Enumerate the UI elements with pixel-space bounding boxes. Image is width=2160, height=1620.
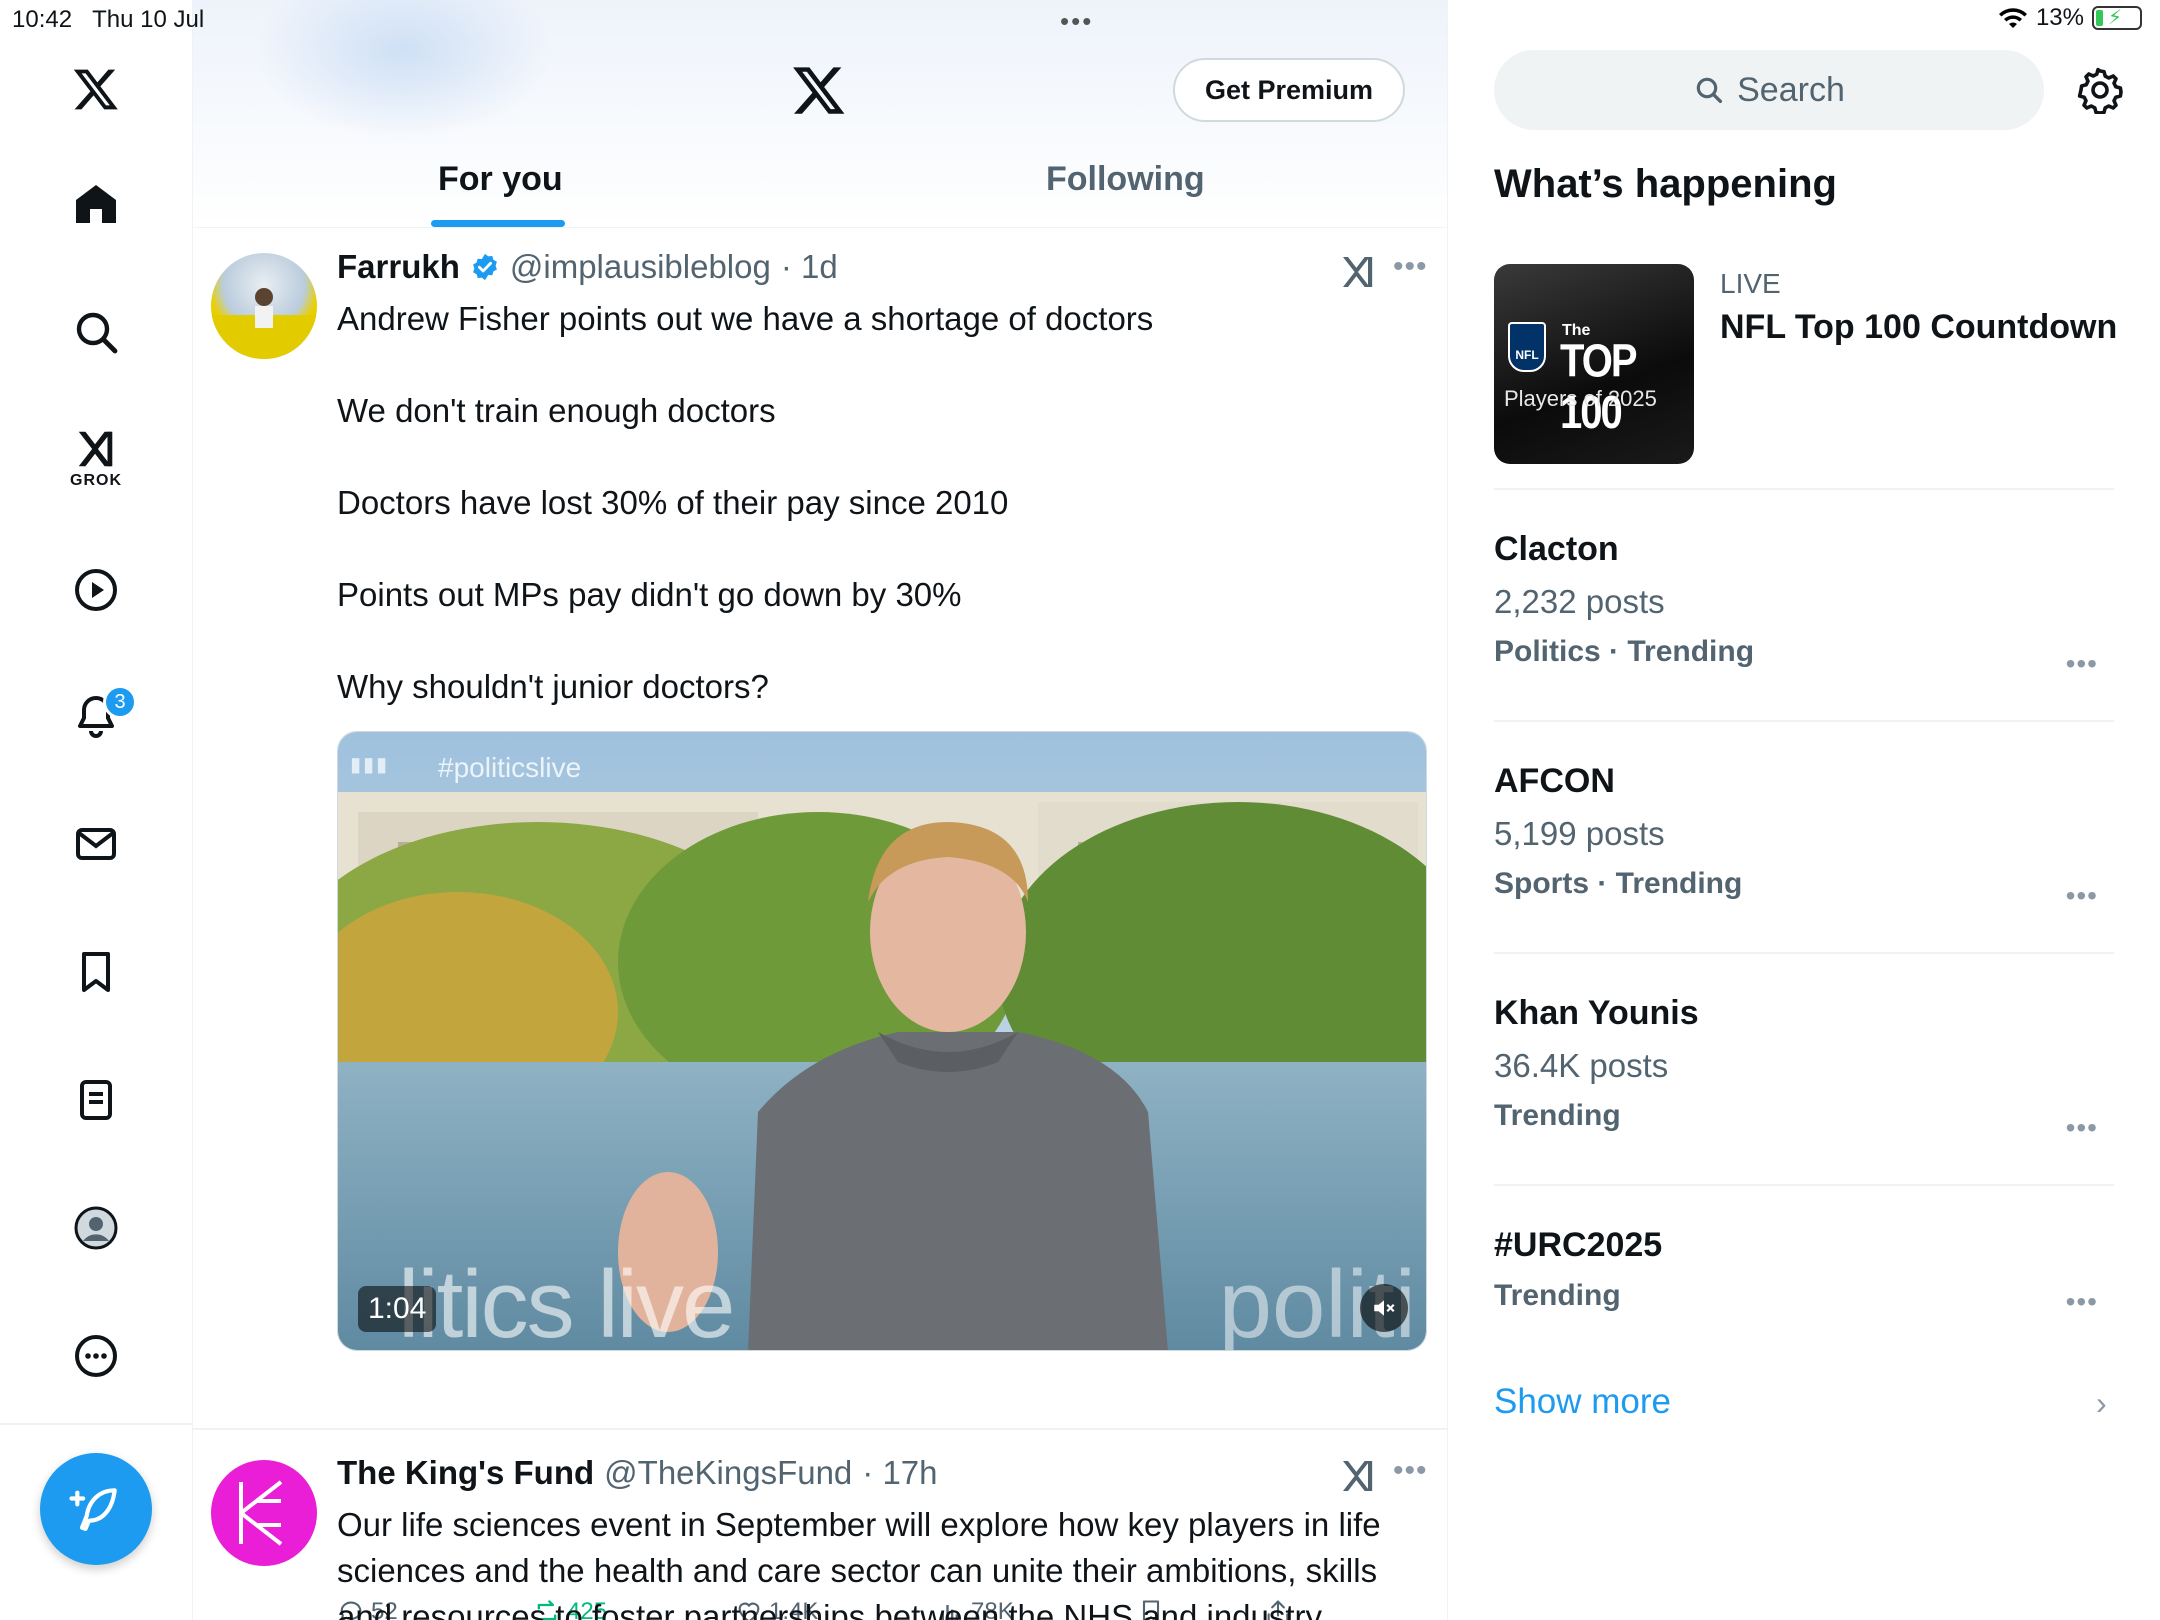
trend-name: #URC2025 (1494, 1226, 1663, 1264)
search-placeholder: Search (1737, 70, 1845, 109)
nav-divider (0, 1423, 193, 1425)
trend-more-icon[interactable]: ••• (2066, 1286, 2098, 1318)
post-video[interactable]: #politicslive ▮▮▮ litics live politi 1:0… (337, 731, 1427, 1351)
left-navigation: GROK 3 (0, 0, 193, 1620)
video-hashtag-overlay: #politicslive (438, 752, 582, 783)
get-premium-button[interactable]: Get Premium (1173, 58, 1405, 122)
post-time: · 17h (862, 1454, 938, 1491)
post-text: Our life sciences event in September wil… (337, 1506, 1381, 1620)
author-handle[interactable]: @implausibleblog (510, 248, 771, 286)
bookmarks-icon[interactable] (62, 938, 130, 1006)
compose-post-button[interactable] (40, 1453, 152, 1565)
author-handle[interactable]: @TheKingsFund (604, 1454, 852, 1492)
live-event-title[interactable]: NFL Top 100 Countdown (1720, 308, 2117, 347)
trend-more-icon[interactable]: ••• (2066, 880, 2098, 912)
image-text-players: Players of 2025 (1504, 386, 1657, 411)
search-input[interactable]: Search (1494, 50, 2044, 130)
trend-more-icon[interactable]: ••• (2066, 1112, 2098, 1144)
x-logo-icon[interactable] (62, 55, 130, 123)
status-bar: 10:42 Thu 10 Jul ••• 13% ⚡ (0, 0, 2160, 38)
trend-divider (1494, 720, 2114, 722)
muted-speaker-icon (1374, 1300, 1395, 1316)
status-right: 13% ⚡ (1998, 4, 2142, 32)
trend-item[interactable]: AFCON 5,199 posts Sports · Trending ••• (1494, 762, 2114, 911)
compose-feather-icon (69, 1488, 117, 1531)
trend-posts: 5,199 posts (1494, 815, 1665, 852)
trend-posts: 36.4K posts (1494, 1047, 1669, 1084)
trend-divider (1494, 488, 2114, 490)
trend-category: Trending (1494, 1099, 1621, 1132)
video-watermark-text: litics live (398, 1251, 735, 1351)
trend-item[interactable]: Khan Younis 36.4K posts Trending ••• (1494, 994, 2114, 1143)
trend-category: Trending (1494, 1279, 1621, 1312)
grok-icon[interactable]: GROK (62, 424, 130, 492)
bbc-logo-icon: ▮▮▮ (350, 754, 390, 776)
status-time: 10:42 Thu 10 Jul (12, 6, 205, 33)
grok-icon[interactable] (1338, 1456, 1378, 1496)
post-more-icon[interactable]: ••• (1393, 1454, 1428, 1488)
avatar[interactable] (211, 253, 317, 359)
grok-icon[interactable] (1338, 252, 1378, 292)
profile-icon[interactable] (62, 1194, 130, 1262)
show-more-link[interactable]: Show more (1494, 1382, 1671, 1422)
video-duration: 1:04 (358, 1286, 437, 1332)
trend-item[interactable]: #URC2025 Trending ••• (1494, 1226, 2114, 1317)
trend-more-icon[interactable]: ••• (2066, 648, 2098, 680)
trend-divider (1494, 952, 2114, 954)
post-header: Farrukh @implausibleblog · 1d (337, 248, 838, 286)
trend-category: Politics · Trending (1494, 635, 1755, 668)
trend-name: Khan Younis (1494, 994, 1699, 1032)
home-icon[interactable] (62, 170, 130, 238)
battery-percent: 13% (2035, 4, 2084, 31)
trend-item[interactable]: Clacton 2,232 posts Politics · Trending … (1494, 530, 2114, 679)
post-divider (193, 1428, 1447, 1430)
verified-icon (473, 253, 497, 281)
post-header: The King's Fund @TheKingsFund · 17h (337, 1454, 938, 1492)
author-name[interactable]: Farrukh (337, 248, 460, 286)
gear-icon[interactable] (2076, 66, 2124, 114)
video-icon[interactable] (62, 556, 130, 624)
grok-label: GROK (70, 472, 122, 489)
nfl-logo-icon: NFL (1508, 322, 1546, 372)
post-text: Andrew Fisher points out we have a short… (337, 300, 1154, 705)
tab-following[interactable]: Following (1046, 160, 1205, 199)
right-sidebar: Search What’s happening NFL The TOP 100 … (1448, 0, 2160, 1620)
chevron-right-icon: › (2096, 1385, 2107, 1421)
mute-button[interactable] (1360, 1284, 1408, 1332)
lists-icon[interactable] (62, 1066, 130, 1134)
trend-name: AFCON (1494, 762, 1615, 800)
main-timeline: Get Premium For you Following Farrukh @i… (193, 0, 1448, 1620)
battery-icon: ⚡ (2092, 6, 2142, 30)
trend-name: Clacton (1494, 530, 1619, 568)
avatar[interactable] (211, 1460, 317, 1566)
author-name[interactable]: The King's Fund (337, 1454, 594, 1492)
messages-icon[interactable] (62, 810, 130, 878)
wifi-icon (1998, 8, 2027, 28)
trend-posts: 2,232 posts (1494, 583, 1665, 620)
trend-divider (1494, 1184, 2114, 1186)
live-label: LIVE (1720, 268, 1781, 299)
tab-for-you[interactable]: For you (438, 160, 563, 199)
more-icon[interactable] (62, 1322, 130, 1390)
post-time: · 1d (780, 248, 838, 285)
search-icon[interactable] (62, 298, 130, 366)
post-more-icon[interactable]: ••• (1393, 250, 1428, 284)
trend-category: Sports · Trending (1494, 867, 1743, 900)
active-tab-indicator (431, 220, 565, 227)
live-event-image[interactable]: NFL The TOP 100 Players of 2025 (1494, 264, 1694, 464)
search-icon (1696, 77, 1723, 104)
multitask-dots[interactable]: ••• (1060, 6, 1093, 37)
whats-happening-title: What’s happening (1494, 162, 1837, 206)
x-logo-icon[interactable] (791, 62, 847, 118)
notification-badge: 3 (103, 685, 137, 719)
